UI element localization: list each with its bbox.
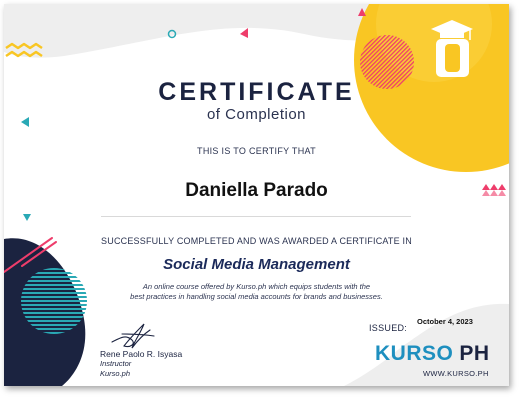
instructor-name: Rene Paolo R. Isyasa — [100, 349, 183, 359]
recipient-name: Daniella Parado — [185, 180, 328, 201]
issued-date: October 4, 2023 — [417, 317, 473, 326]
certify-text: THIS IS TO CERTIFY THAT — [197, 146, 316, 156]
name-underline — [101, 216, 411, 217]
issued-label: ISSUED: — [369, 323, 408, 333]
certificate-title: CERTIFICATE — [158, 78, 355, 106]
course-name: Social Media Management — [163, 256, 350, 273]
teal-triangle-small — [23, 214, 31, 221]
graduation-cap-icon — [431, 20, 473, 77]
signature-image — [111, 323, 155, 349]
instructor-organization: Kurso.ph — [100, 369, 131, 378]
pink-triangle-small — [240, 28, 248, 38]
logo-suffix-text: PH — [459, 342, 490, 365]
description-line-2: best practices in handling social media … — [130, 292, 383, 301]
website-url: WWW.KURSO.PH — [423, 369, 489, 378]
kurso-logo: KURSO PH — [375, 342, 490, 366]
completed-text: SUCCESSFULLY COMPLETED AND WAS AWARDED A… — [101, 236, 412, 246]
certificate-subtitle: of Completion — [206, 106, 307, 123]
logo-main-text: KURSO — [375, 342, 454, 365]
instructor-role: Instructor — [100, 359, 132, 368]
description-line-1: An online course offered by Kurso.ph whi… — [142, 282, 371, 291]
instructor-block: Rene Paolo R. Isyasa Instructor Kurso.ph — [100, 349, 182, 379]
course-description: An online course offered by Kurso.ph whi… — [4, 282, 509, 302]
certificate-card: CERTIFICATE of Completion THIS IS TO CER… — [4, 4, 509, 386]
